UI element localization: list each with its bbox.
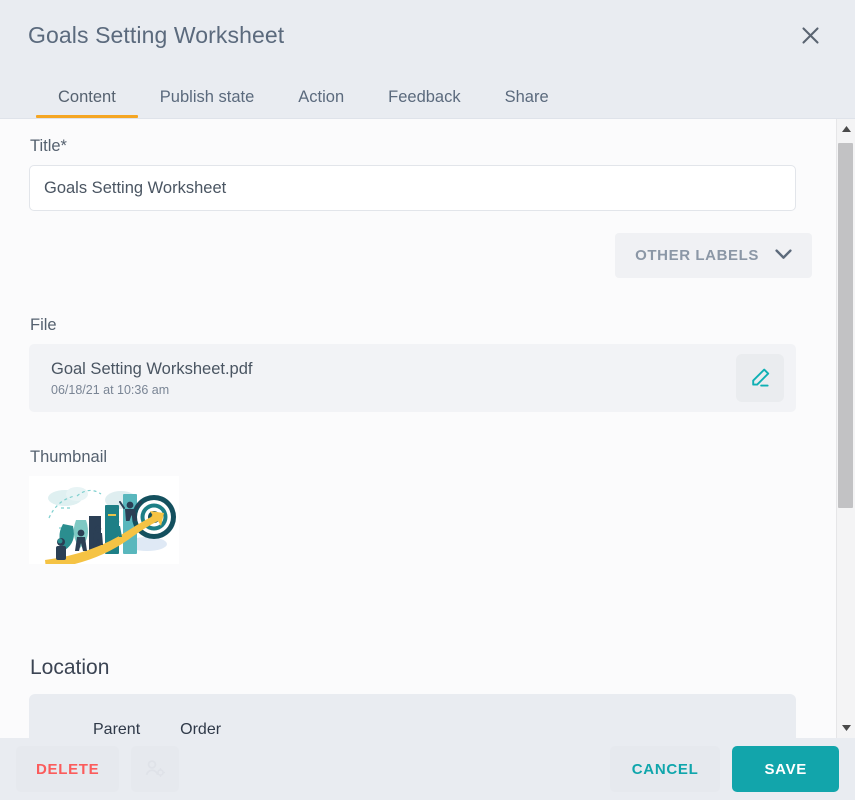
scroll-down-arrow-icon[interactable]	[837, 718, 855, 738]
tab-label: Action	[298, 88, 344, 106]
close-icon[interactable]	[793, 18, 827, 52]
other-labels-row: OTHER LABELS	[29, 233, 812, 278]
other-labels-label: OTHER LABELS	[635, 247, 759, 264]
file-card[interactable]: Goal Setting Worksheet.pdf 06/18/21 at 1…	[29, 344, 796, 412]
file-meta: Goal Setting Worksheet.pdf 06/18/21 at 1…	[51, 360, 252, 397]
vertical-scrollbar[interactable]	[836, 119, 855, 738]
delete-button[interactable]: DELETE	[16, 746, 119, 792]
subtab-order[interactable]: Order	[160, 722, 241, 738]
file-date: 06/18/21 at 10:36 am	[51, 383, 252, 397]
subtab-label: Parent	[93, 721, 140, 738]
thumbnail-image[interactable]	[29, 476, 179, 564]
subtab-parent[interactable]: Parent	[73, 722, 160, 738]
tab-feedback[interactable]: Feedback	[366, 89, 482, 119]
page-title: Goals Setting Worksheet	[28, 22, 284, 49]
title-input[interactable]	[29, 165, 796, 211]
tab-label: Feedback	[388, 88, 460, 106]
dialog-tabbar: Content Publish state Action Feedback Sh…	[0, 70, 855, 118]
tab-action[interactable]: Action	[276, 89, 366, 119]
tab-publish-state[interactable]: Publish state	[138, 89, 276, 119]
tab-content[interactable]: Content	[36, 89, 138, 119]
left-edge-strip	[0, 119, 13, 738]
content-scroll-region: Title* OTHER LABELS File Goal Setting Wo…	[13, 119, 836, 738]
pencil-icon[interactable]	[736, 354, 784, 402]
dialog-footer: DELETE CANCEL SAVE	[0, 738, 855, 800]
subtab-label: Order	[180, 721, 221, 738]
file-section-label: File	[30, 316, 836, 335]
tab-label: Share	[505, 88, 549, 106]
dialog-body: Title* OTHER LABELS File Goal Setting Wo…	[0, 118, 855, 738]
dialog-header: Goals Setting Worksheet	[0, 0, 855, 70]
location-subtabs: Parent Order	[29, 694, 796, 738]
user-settings-icon	[131, 746, 179, 792]
cancel-button[interactable]: CANCEL	[610, 746, 721, 792]
scroll-up-arrow-icon[interactable]	[837, 119, 855, 139]
tab-label: Publish state	[160, 88, 254, 106]
location-section-label: Location	[30, 656, 836, 680]
thumbnail-section-label: Thumbnail	[30, 448, 836, 467]
title-field-label: Title*	[30, 137, 836, 156]
chevron-down-icon	[775, 247, 792, 264]
file-name: Goal Setting Worksheet.pdf	[51, 360, 252, 379]
scrollbar-track[interactable]	[837, 139, 855, 718]
scrollbar-thumb[interactable]	[838, 143, 853, 508]
save-button[interactable]: SAVE	[732, 746, 839, 792]
tab-share[interactable]: Share	[483, 89, 571, 119]
goals-setting-worksheet-dialog: Goals Setting Worksheet Content Publish …	[0, 0, 855, 800]
other-labels-button[interactable]: OTHER LABELS	[615, 233, 812, 278]
tab-label: Content	[58, 88, 116, 106]
